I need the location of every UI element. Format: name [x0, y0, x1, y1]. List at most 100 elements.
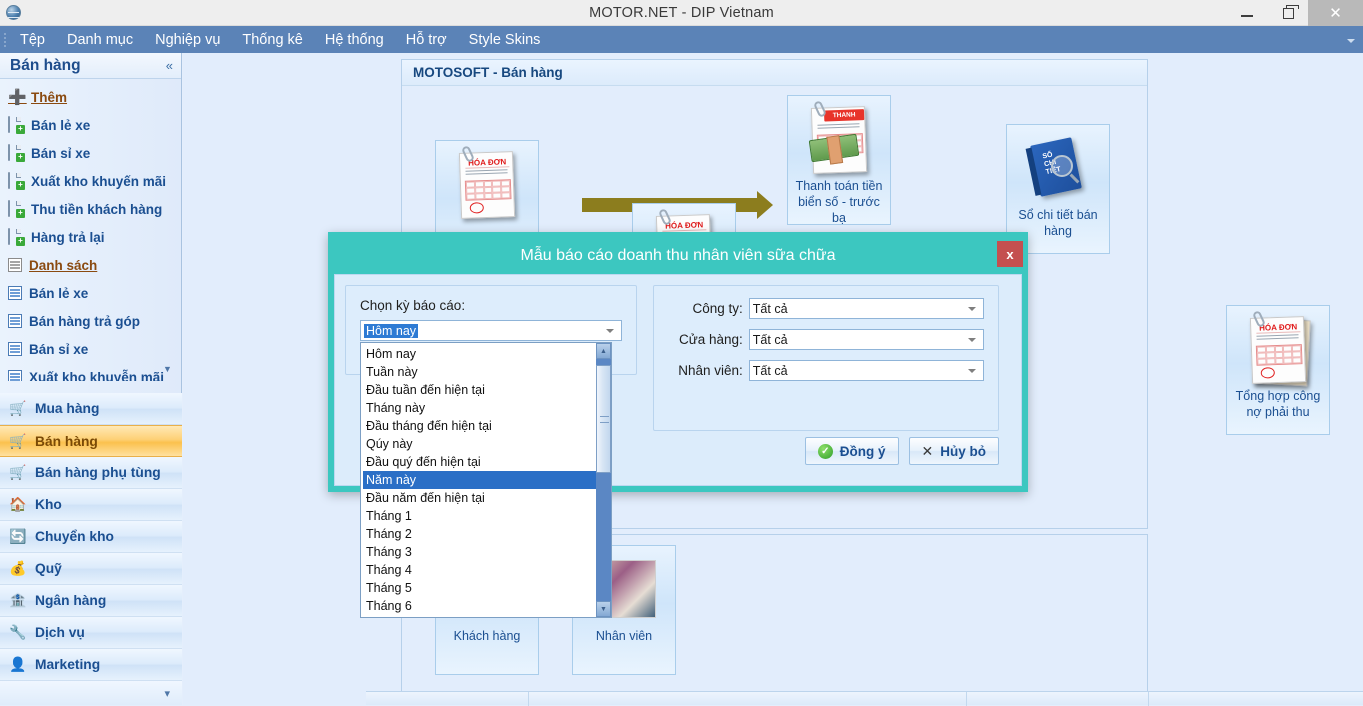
cancel-button[interactable]: ✕ Hủy bỏ	[908, 437, 999, 465]
sidebar-module-ban-hang-phu-tung[interactable]: 🛒 Bán hàng phụ tùng	[0, 457, 182, 489]
dropdown-item[interactable]: Tháng 6	[363, 597, 597, 615]
sidebar-item-ban-le-xe[interactable]: + Bán lẻ xe	[0, 111, 181, 139]
menu-item-danh-muc[interactable]: Danh mục	[56, 29, 144, 51]
period-dropdown-list[interactable]: Hôm nay Tuần này Đầu tuần đến hiện tại T…	[360, 342, 612, 618]
tile-label: Nhân viên	[595, 629, 653, 643]
sidebar-module-mua-hang[interactable]: 🛒 Mua hàng	[0, 393, 182, 425]
chevron-down-icon[interactable]	[1347, 39, 1355, 43]
filter-label: Công ty:	[692, 301, 743, 316]
book-search-icon: SỔ CHI TIẾT	[1027, 132, 1089, 204]
filters-group: Công ty: Tất cả Cửa hàng: Tất cả Nhân vi…	[653, 285, 999, 431]
dropdown-item[interactable]: Đầu quý đến hiện tại	[363, 453, 597, 471]
invoice-icon: HÓA ĐƠN	[456, 145, 518, 220]
dropdown-item[interactable]: Tháng 3	[363, 543, 597, 561]
sidebar-item-label: Xuất kho khuyến mãi	[31, 173, 167, 189]
dropdown-item[interactable]: Tháng 5	[363, 579, 597, 597]
person-icon: 👤	[9, 656, 27, 672]
scrollbar-thumb[interactable]	[596, 365, 611, 473]
dropdown-item[interactable]: Hôm nay	[363, 345, 597, 363]
sidebar-item-label: Bán hàng trả góp	[29, 313, 140, 329]
tile-label: Khách hàng	[453, 629, 521, 643]
scroll-up-icon: ▲	[600, 347, 607, 355]
sidebar-title: Bán hàng	[10, 56, 81, 74]
ok-button[interactable]: ✓ Đồng ý	[804, 437, 899, 465]
tile-label: Thanh toán tiền biển số - trước bạ	[795, 179, 883, 224]
dropdown-item[interactable]: Tháng này	[363, 399, 597, 417]
maximize-button[interactable]	[1268, 0, 1308, 26]
scroll-down-button[interactable]: ▼	[596, 601, 611, 617]
sidebar-scroll-down-icon[interactable]: ▼	[163, 364, 174, 374]
sidebar-module-ban-hang[interactable]: 🛒 Bán hàng	[0, 425, 182, 457]
ok-button-label: Đồng ý	[839, 443, 886, 459]
sidebar-item-ban-si-xe[interactable]: + Bán sỉ xe	[0, 139, 181, 167]
sidebar-module-label: Bán hàng phụ tùng	[35, 465, 161, 480]
sidebar-item-list-ban-le-xe[interactable]: Bán lẻ xe	[0, 279, 181, 307]
sidebar-item-them[interactable]: ➕ Thêm	[0, 83, 181, 111]
sidebar-module-kho[interactable]: 🏠 Kho	[0, 489, 182, 521]
sidebar-module-ngan-hang[interactable]: 🏦 Ngân hàng	[0, 585, 182, 617]
x-icon: ✕	[921, 442, 934, 459]
close-icon: ✕	[1329, 5, 1342, 22]
sidebar-module-marketing[interactable]: 👤 Marketing	[0, 649, 182, 681]
sidebar-expand-button[interactable]: ▾	[0, 681, 182, 705]
sidebar: Bán hàng « ➕ Thêm + Bán lẻ xe + Bán sỉ x…	[0, 53, 182, 705]
dropdown-item[interactable]: Đầu tháng đến hiện tại	[363, 417, 597, 435]
store-combobox[interactable]: Tất cả	[748, 329, 984, 350]
sidebar-item-danh-sach[interactable]: Danh sách	[0, 251, 181, 279]
sidebar-module-label: Chuyển kho	[35, 529, 114, 544]
chevron-down-icon: ▾	[164, 687, 170, 700]
menu-item-ho-tro[interactable]: Hỗ trợ	[395, 29, 458, 51]
dialog-close-button[interactable]: x	[997, 241, 1023, 267]
doc-add-icon: +	[8, 172, 25, 190]
scrollbar-track[interactable]	[596, 359, 611, 601]
chevron-down-icon	[968, 306, 976, 311]
menu-item-he-thong[interactable]: Hệ thống	[314, 29, 395, 51]
sidebar-module-label: Kho	[35, 497, 62, 512]
sidebar-item-list-xuat-kho-khuyen-mai[interactable]: Xuất kho khuyễn mãi	[0, 363, 181, 381]
doc-add-icon: +	[8, 144, 25, 162]
dropdown-item[interactable]: Đầu tuần đến hiện tại	[363, 381, 597, 399]
sidebar-module-label: Bán hàng	[35, 433, 98, 449]
menu-item-thong-ke[interactable]: Thống kê	[231, 29, 313, 51]
dropdown-item[interactable]: Tháng 4	[363, 561, 597, 579]
sidebar-module-chuyen-kho[interactable]: 🔄 Chuyển kho	[0, 521, 182, 553]
minimize-button[interactable]	[1226, 0, 1268, 26]
company-combobox[interactable]: Tất cả	[748, 298, 984, 319]
grid-icon	[8, 370, 22, 381]
sidebar-module-dich-vu[interactable]: 🔧 Dịch vụ	[0, 617, 182, 649]
menu-item-style-skins[interactable]: Style Skins	[458, 29, 552, 51]
cart-add-icon: 🛒	[9, 400, 27, 416]
doc-add-icon: +	[8, 200, 25, 218]
sidebar-item-xuat-kho-khuyen-mai[interactable]: + Xuất kho khuyến mãi	[0, 167, 181, 195]
menu-item-nghiep-vu[interactable]: Nghiệp vụ	[144, 29, 231, 51]
sidebar-item-hang-tra-lai[interactable]: + Hàng trả lại	[0, 223, 181, 251]
doc-add-icon: +	[8, 116, 25, 134]
filter-row-nhan-vien: Nhân viên: Tất cả	[668, 360, 984, 381]
period-combobox[interactable]: Hôm nay	[360, 320, 622, 341]
dropdown-scrollbar[interactable]: ▲ ▼	[596, 343, 611, 617]
sidebar-item-thu-tien-khach-hang[interactable]: + Thu tiền khách hàng	[0, 195, 181, 223]
dropdown-options: Hôm nay Tuần này Đầu tuần đến hiện tại T…	[361, 343, 597, 615]
scroll-up-button[interactable]: ▲	[596, 343, 611, 359]
sidebar-item-label: Xuất kho khuyễn mãi	[29, 369, 165, 382]
menu-item-tep[interactable]: Tệp	[9, 29, 56, 51]
collapse-icon[interactable]: «	[166, 58, 173, 73]
sidebar-module-quy[interactable]: 💰 Quỹ	[0, 553, 182, 585]
tile-tong-hop-cong-no-phai-thu[interactable]: HÓA ĐƠN Tổng hợp công nợ phải thu	[1226, 305, 1330, 435]
employee-combobox[interactable]: Tất cả	[748, 360, 984, 381]
menu-drag-grip[interactable]	[0, 26, 9, 53]
dropdown-item[interactable]: Đầu năm đến hiện tại	[363, 489, 597, 507]
dropdown-item[interactable]: Tháng 1	[363, 507, 597, 525]
close-button[interactable]: ✕	[1308, 0, 1363, 26]
sidebar-item-list-ban-si-xe[interactable]: Bán sỉ xe	[0, 335, 181, 363]
dropdown-item[interactable]: Tháng 2	[363, 525, 597, 543]
dropdown-item-selected[interactable]: Năm này	[363, 471, 597, 489]
chevron-down-icon	[968, 368, 976, 373]
dropdown-item[interactable]: Qúy này	[363, 435, 597, 453]
dropdown-item[interactable]: Tuần này	[363, 363, 597, 381]
tile-thanh-toan-tien-bien-so[interactable]: THANH TOÁN Thanh toán tiền biển số - trư…	[787, 95, 891, 225]
restore-icon	[1282, 4, 1299, 19]
sidebar-module-label: Mua hàng	[35, 401, 100, 416]
sidebar-item-ban-hang-tra-gop[interactable]: Bán hàng trả góp	[0, 307, 181, 335]
sidebar-item-label: Bán sỉ xe	[31, 145, 91, 161]
